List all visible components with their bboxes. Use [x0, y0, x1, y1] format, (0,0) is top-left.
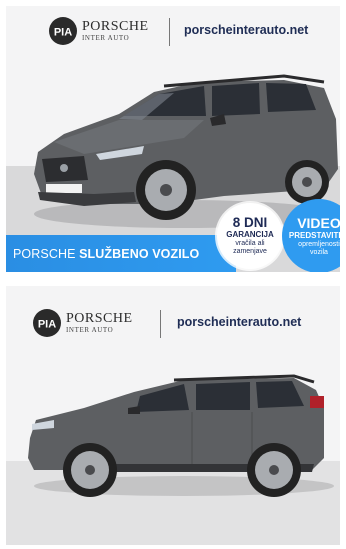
brand-subtitle: INTER AUTO [66, 326, 114, 334]
banner-bold: SLUŽBENO VOZILO [79, 246, 200, 261]
pia-logo-icon: PIA [33, 309, 61, 337]
pia-logo-icon: PIA [49, 17, 77, 45]
warranty-days: 8 DNI [232, 215, 268, 230]
banner-text: PORSCHE SLUŽBENO VOZILO [13, 247, 199, 261]
car-photo [28, 374, 334, 497]
video-line-1: opremljenosti [298, 240, 340, 248]
video-subtitle: PREDSTAVITEV [288, 230, 340, 240]
brand-header: PIA PORSCHE INTER AUTO porscheinterauto.… [6, 16, 340, 50]
banner-prefix: PORSCHE [13, 246, 80, 261]
header-divider [160, 310, 161, 338]
listing-photo-side[interactable]: PIA PORSCHE INTER AUTO porscheinterauto.… [6, 286, 340, 545]
video-title: VIDEO [297, 214, 340, 231]
video-line-2: vozila [310, 248, 328, 256]
website-url: porscheinterauto.net [177, 315, 302, 329]
website-url: porscheinterauto.net [184, 23, 309, 37]
brand-name-block: PORSCHE INTER AUTO [82, 20, 149, 43]
header-divider [169, 18, 170, 46]
brand-header: PIA PORSCHE INTER AUTO porscheinterauto.… [6, 308, 340, 342]
brand-name: PORSCHE [66, 311, 133, 326]
brand-name-block: PORSCHE INTER AUTO [66, 312, 133, 335]
warranty-line-1: vračila ali [235, 240, 265, 247]
svg-text:PIA: PIA [54, 27, 72, 39]
warranty-badge: 8 DNI GARANCIJA vračila ali zamenjave [217, 203, 283, 269]
listing-photo-front[interactable]: PIA PORSCHE INTER AUTO porscheinterauto.… [6, 6, 340, 272]
svg-text:PIA: PIA [38, 319, 56, 331]
brand-name: PORSCHE [82, 19, 149, 34]
warranty-title: GARANCIJA [226, 230, 274, 239]
brand-subtitle: INTER AUTO [82, 34, 130, 42]
official-vehicle-banner: PORSCHE SLUŽBENO VOZILO [6, 235, 236, 272]
warranty-line-2: zamenjave [233, 248, 267, 255]
